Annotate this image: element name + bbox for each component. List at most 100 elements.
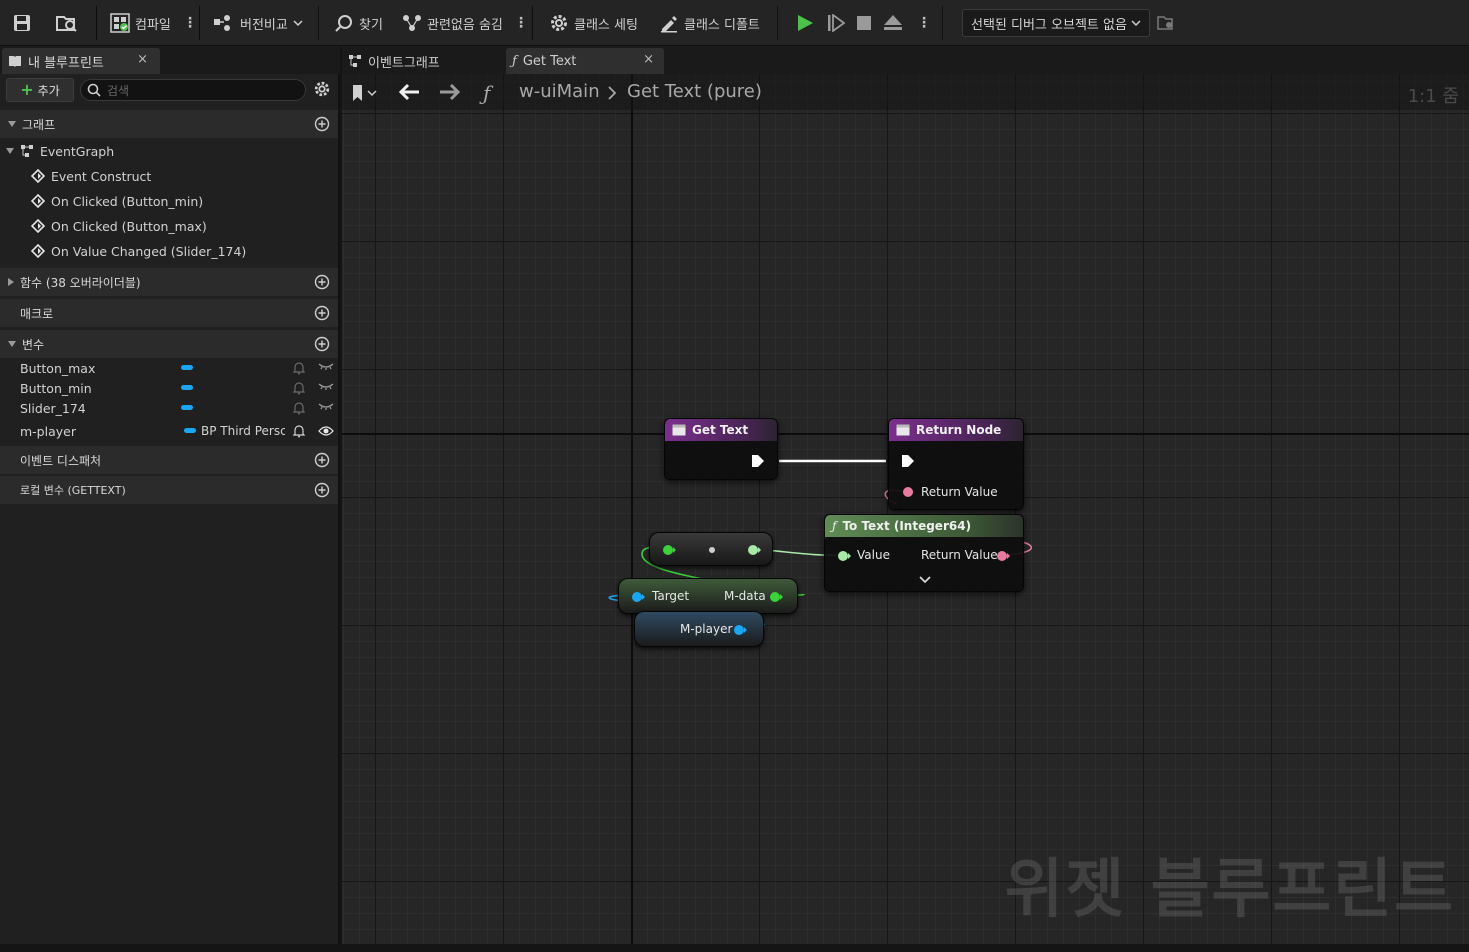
node-header: ƒ To Text (Integer64) <box>825 515 1023 537</box>
function-entry-icon <box>672 424 686 436</box>
node-get-mdata[interactable]: Target M-data <box>618 578 798 614</box>
tab-my-blueprint[interactable]: 내 블루프린트 × <box>2 48 160 74</box>
object-pin-out[interactable] <box>733 624 747 636</box>
play-options-button[interactable]: ⋮ <box>917 10 931 36</box>
toolbar-divider <box>199 6 200 40</box>
tree-event-item[interactable]: On Clicked (Button_min) <box>31 190 203 212</box>
add-circle-icon[interactable] <box>314 274 330 290</box>
variable-name: Button_min <box>20 380 92 396</box>
node-return[interactable]: Return Node Return Value <box>888 418 1024 510</box>
hide-unrelated-button[interactable]: 관련없음 숨김 <box>402 10 503 36</box>
play-button[interactable] <box>796 10 814 36</box>
class-defaults-label: 클래스 디폴트 <box>684 17 760 33</box>
close-tab-button[interactable]: × <box>137 52 148 67</box>
section-variables[interactable]: 변수 <box>0 330 338 358</box>
bell-icon[interactable] <box>293 424 305 438</box>
node-header: Return Node <box>889 419 1023 441</box>
section-event-dispatchers[interactable]: 이벤트 디스패처 <box>0 446 338 474</box>
event-icon <box>31 194 45 208</box>
add-circle-icon[interactable] <box>314 336 330 352</box>
variable-name: Button_max <box>20 360 96 376</box>
text-pin-in[interactable] <box>902 486 914 498</box>
toolbar-divider <box>318 6 319 40</box>
compile-button[interactable]: 컴파일 <box>110 10 171 36</box>
variable-row[interactable]: Button_max <box>0 358 338 378</box>
bell-icon[interactable] <box>293 381 305 395</box>
bell-icon[interactable] <box>293 361 305 375</box>
tab-get-text-label: Get Text <box>522 53 577 69</box>
add-circle-icon[interactable] <box>314 305 330 321</box>
debug-filter-button[interactable] <box>1157 10 1175 36</box>
step-icon <box>828 14 845 32</box>
node-title: Return Node <box>916 423 1002 437</box>
search-input[interactable]: 검색 <box>80 79 306 101</box>
eye-open-icon[interactable] <box>318 425 334 437</box>
variable-row[interactable]: m-player BP Third Persc <box>0 421 338 441</box>
variable-row[interactable]: Button_min <box>0 378 338 398</box>
node-title: Get Text <box>692 423 749 437</box>
section-local-variables[interactable]: 로컬 변수 (GETTEXT) <box>0 476 338 504</box>
bell-icon[interactable] <box>293 401 305 415</box>
step-button[interactable] <box>827 10 845 36</box>
object-pin-in[interactable] <box>631 591 645 603</box>
int64-pin-out[interactable] <box>747 544 761 556</box>
find-button[interactable]: 찾기 <box>334 10 383 36</box>
struct-pin-in[interactable] <box>662 544 676 556</box>
compile-options-button[interactable]: ⋮ <box>183 10 197 36</box>
hide-unrelated-options-button[interactable]: ⋮ <box>514 10 528 36</box>
tab-get-text[interactable]: ƒ Get Text × <box>506 48 664 74</box>
class-defaults-button[interactable]: 클래스 디폴트 <box>659 10 760 36</box>
tree-event-item[interactable]: Event Construct <box>31 165 151 187</box>
exec-pin-in[interactable] <box>901 454 915 468</box>
node-to-text-integer64[interactable]: ƒ To Text (Integer64) Value Return Value <box>824 514 1024 592</box>
play-icon <box>798 15 813 31</box>
graph-canvas[interactable]: ƒ w-uiMain Get Text (pure) 1:1 줌 Get Tex… <box>342 74 1469 944</box>
eject-button[interactable] <box>883 10 903 36</box>
eye-closed-icon[interactable] <box>318 362 334 372</box>
tree-event-item[interactable]: On Clicked (Button_max) <box>31 215 207 237</box>
node-get-mplayer[interactable]: M-player <box>634 611 764 647</box>
struct-pin-out[interactable] <box>769 591 783 603</box>
section-macros[interactable]: 매크로 <box>0 299 338 327</box>
tab-event-graph[interactable]: 이벤트그래프 <box>342 48 502 74</box>
add-button-label: 추가 <box>37 83 60 98</box>
section-graphs-label: 그래프 <box>22 117 56 132</box>
diff-button[interactable]: 버전비교 <box>213 10 303 36</box>
close-tab-button[interactable]: × <box>643 52 654 67</box>
event-icon <box>31 169 45 183</box>
tree-event-item[interactable]: On Value Changed (Slider_174) <box>31 240 246 262</box>
stop-button[interactable] <box>856 10 872 36</box>
gear-icon <box>551 15 567 31</box>
tree-event-graph[interactable]: EventGraph <box>6 140 114 162</box>
widget-blueprint-watermark: 위젯 블루프린트 <box>1004 853 1455 927</box>
toolbar-divider <box>942 6 943 40</box>
save-button[interactable] <box>12 10 32 36</box>
int64-pin-in[interactable] <box>837 550 851 562</box>
class-settings-button[interactable]: 클래스 세팅 <box>549 10 638 36</box>
chevron-down-icon[interactable] <box>919 576 931 584</box>
add-circle-icon[interactable] <box>314 116 330 132</box>
section-functions[interactable]: 함수 (38 오버라이더블) <box>0 268 338 296</box>
debug-object-select[interactable]: 선택된 디버그 오브젝트 없음 <box>962 9 1150 37</box>
add-button[interactable]: + 추가 <box>6 78 74 102</box>
section-macros-label: 매크로 <box>20 306 54 321</box>
browse-button[interactable] <box>56 10 78 36</box>
function-icon: ƒ <box>512 53 517 69</box>
variable-type: BP Third Persc <box>201 424 285 438</box>
section-graphs[interactable]: 그래프 <box>0 110 338 138</box>
variable-row[interactable]: Slider_174 <box>0 398 338 418</box>
add-circle-icon[interactable] <box>314 482 330 498</box>
gear-icon[interactable] <box>313 80 331 98</box>
add-circle-icon[interactable] <box>314 452 330 468</box>
node-get-text[interactable]: Get Text <box>664 418 778 480</box>
exec-pin-out[interactable] <box>751 454 765 468</box>
plus-icon: + <box>20 80 34 99</box>
my-blueprint-panel: + 추가 검색 그래프 EventGraph Event Construct O… <box>0 74 340 944</box>
compile-label: 컴파일 <box>135 17 171 33</box>
eye-closed-icon[interactable] <box>318 402 334 412</box>
pin-label: Return Value <box>921 548 998 562</box>
eye-closed-icon[interactable] <box>318 382 334 392</box>
node-conversion[interactable] <box>649 532 773 566</box>
debug-object-label: 선택된 디버그 오브젝트 없음 <box>971 17 1127 33</box>
text-pin-out[interactable] <box>996 550 1010 562</box>
